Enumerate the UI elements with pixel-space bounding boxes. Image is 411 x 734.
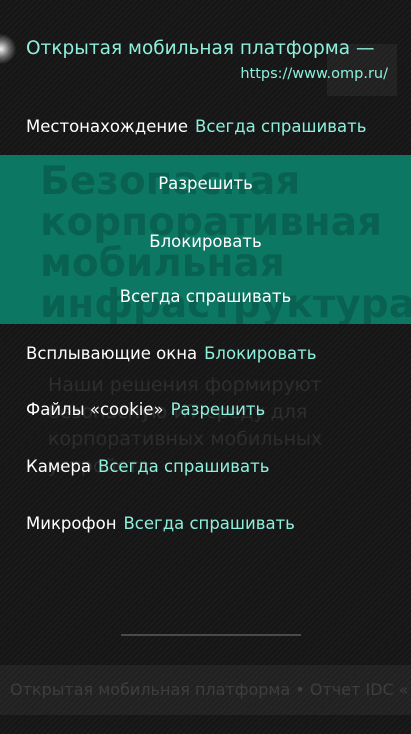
permission-label: Камера <box>26 457 92 476</box>
dropdown-option-always-ask[interactable]: Всегда спрашивать <box>0 287 411 306</box>
permission-value[interactable]: Всегда спрашивать <box>98 457 269 476</box>
permission-row-camera[interactable]: Камера Всегда спрашивать <box>26 457 269 476</box>
dropdown-option-allow[interactable]: Разрешить <box>0 174 411 193</box>
dropdown-option-block[interactable]: Блокировать <box>0 232 411 251</box>
permission-label: Микрофон <box>26 514 117 533</box>
background-ticker: Открытая мобильная платформа • Отчет IDC… <box>0 665 411 715</box>
permission-dropdown: Безопасная корпоративная мобильная инфра… <box>0 155 411 324</box>
permission-value[interactable]: Всегда спрашивать <box>123 514 294 533</box>
site-url: https://www.omp.ru/ <box>240 66 388 82</box>
permission-row-location[interactable]: Местонахождение Всегда спрашивать <box>26 117 366 136</box>
permission-row-cookies[interactable]: Файлы «cookie» Разрешить <box>26 400 265 419</box>
permission-row-popups[interactable]: Всплывающие окна Блокировать <box>26 344 317 363</box>
background-divider <box>121 634 301 636</box>
permission-value[interactable]: Разрешить <box>171 400 266 419</box>
site-title: Открытая мобильная платформа — <box>26 38 375 59</box>
background-page <box>0 0 411 734</box>
permission-label: Файлы «cookie» <box>26 400 164 419</box>
permission-row-microphone[interactable]: Микрофон Всегда спрашивать <box>26 514 295 533</box>
permission-label: Всплывающие окна <box>26 344 198 363</box>
permission-label: Местонахождение <box>26 117 189 136</box>
permission-value[interactable]: Всегда спрашивать <box>195 117 366 136</box>
permission-value[interactable]: Блокировать <box>204 344 316 363</box>
